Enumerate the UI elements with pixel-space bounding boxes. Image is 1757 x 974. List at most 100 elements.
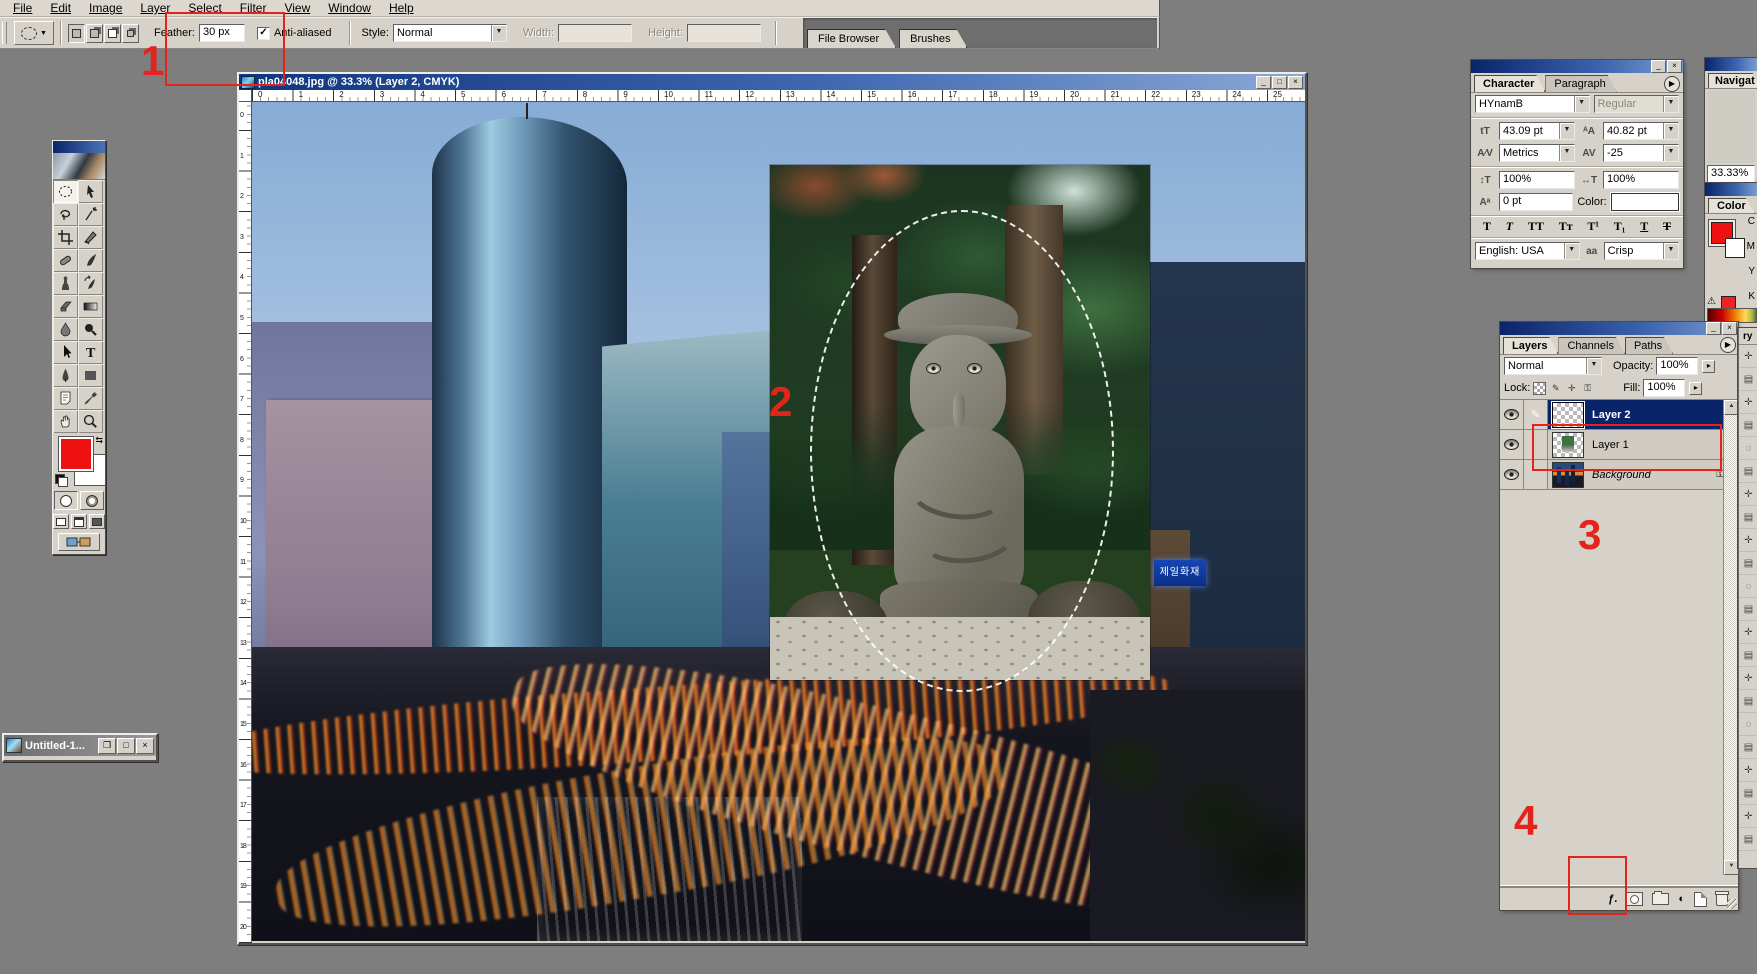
gradient-tool[interactable] [78,295,103,318]
history-state-icon[interactable]: ▤ [1739,690,1757,713]
history-state-icon[interactable]: ▤ [1739,782,1757,805]
leading-select[interactable]: 40.82 pt▼ [1603,122,1679,140]
quick-mask-mode-button[interactable] [80,491,104,510]
new-layer-set-button[interactable] [1652,893,1669,905]
eraser-tool[interactable] [53,295,78,318]
menu-item[interactable]: Edit [41,1,80,15]
tracking-select[interactable]: -25▼ [1603,144,1679,162]
photoshop-banner[interactable] [53,153,105,180]
visibility-toggle[interactable] [1500,430,1524,459]
history-state-icon[interactable]: ▤ [1739,414,1757,437]
default-colors-icon[interactable] [55,474,68,487]
maximize-button[interactable]: □ [117,738,135,754]
opacity-input[interactable]: 100% [1656,357,1698,375]
intersect-selection-button[interactable] [122,24,139,43]
history-state-icon[interactable]: ▤ [1739,552,1757,575]
baseline-shift-input[interactable]: 0 pt [1499,193,1573,211]
history-state-icon[interactable]: ▤ [1739,736,1757,759]
history-state-icon[interactable]: ▤ [1739,368,1757,391]
jump-to-imageready-button[interactable] [58,533,100,551]
history-state-icon[interactable]: ◌ [1739,575,1757,598]
minimize-button[interactable]: _ [1651,60,1666,73]
zoom-tool[interactable] [78,410,103,433]
document-title-bar[interactable]: pla04048.jpg @ 33.3% (Layer 2, CMYK) _ □… [239,74,1305,90]
standard-mode-button[interactable] [54,491,78,510]
font-size-select[interactable]: 43.09 pt▼ [1499,122,1575,140]
color-background-swatch[interactable] [1725,238,1745,258]
history-state-icon[interactable]: ✛ [1739,391,1757,414]
horizontal-ruler[interactable]: 0123456789101112131415161718192021222324… [252,90,1305,102]
scroll-up-button[interactable]: ▲ [1724,400,1739,415]
layer-name[interactable]: Layer 2 [1592,409,1631,421]
menu-item[interactable]: Image [80,1,131,15]
add-layer-mask-button[interactable] [1626,892,1643,906]
faux-style-button[interactable]: T¹ [1583,219,1603,234]
brush-tool[interactable] [78,249,103,272]
close-button[interactable]: × [1667,60,1682,73]
elliptical-marquee-tool[interactable] [53,180,78,203]
palette-well-tab[interactable]: Brushes [899,29,967,48]
history-state-icon[interactable]: ▤ [1739,644,1757,667]
fill-input[interactable]: 100% [1643,379,1685,397]
palette-menu-button[interactable]: ▶ [1664,76,1680,92]
history-state-icon[interactable]: ✛ [1739,529,1757,552]
shape-tool[interactable] [78,364,103,387]
history-state-icon[interactable]: ✛ [1739,483,1757,506]
menu-item[interactable]: File [4,1,41,15]
type-tool[interactable]: T [78,341,103,364]
color-palette-title-bar[interactable] [1705,183,1757,196]
foreground-color-swatch[interactable] [59,437,93,471]
toolbox-title-bar[interactable] [53,141,105,153]
subtract-from-selection-button[interactable] [104,24,121,43]
history-brush-tool[interactable] [78,272,103,295]
slice-tool[interactable] [78,226,103,249]
history-tab-partial-label[interactable]: ry [1739,328,1757,345]
options-bar-grip[interactable] [2,22,7,44]
healing-brush-tool[interactable] [53,249,78,272]
menu-item[interactable]: Window [319,1,380,15]
history-state-icon[interactable]: ◌ [1739,713,1757,736]
horizontal-scale-input[interactable]: 100% [1603,171,1679,189]
color-ramp[interactable] [1707,308,1757,323]
fullscreen-menubar-button[interactable] [71,514,87,529]
faux-style-button[interactable]: T [1636,219,1652,234]
fill-slider-button[interactable]: ▸ [1689,382,1702,395]
swap-colors-icon[interactable]: ⇆ [95,435,103,446]
path-selection-tool[interactable] [53,341,78,364]
maximize-button[interactable]: □ [1272,76,1287,89]
lasso-tool[interactable] [53,203,78,226]
notes-tool[interactable] [53,387,78,410]
history-state-icon[interactable]: ▤ [1739,598,1757,621]
hand-tool[interactable] [53,410,78,433]
crop-tool[interactable] [53,226,78,249]
new-layer-button[interactable] [1694,892,1707,907]
height-input[interactable] [687,24,761,42]
history-state-icon[interactable]: ✛ [1739,621,1757,644]
tab-character[interactable]: Character [1474,75,1545,92]
move-tool[interactable] [78,180,103,203]
new-selection-button[interactable] [68,24,85,43]
faux-style-button[interactable]: Ŧ [1659,219,1675,234]
close-button[interactable]: × [136,738,154,754]
pen-tool[interactable] [53,364,78,387]
vertical-ruler[interactable]: 01234567891011121314151617181920 [239,102,252,943]
faux-style-button[interactable]: Tᴛ [1555,219,1577,234]
ruler-origin-box[interactable] [239,90,252,102]
tab-color[interactable]: Color [1708,198,1755,213]
layers-title-bar[interactable]: _ × [1500,322,1738,335]
lock-transparency-icon[interactable] [1533,382,1546,395]
layers-scrollbar[interactable]: ▲ ▼ [1723,400,1738,875]
visibility-toggle[interactable] [1500,400,1524,429]
lock-pixels-icon[interactable]: ✎ [1549,382,1562,395]
font-style-select[interactable]: Regular▼ [1594,95,1679,113]
faux-style-button[interactable]: T [1502,219,1517,234]
width-input[interactable] [558,24,632,42]
navigator-zoom-input[interactable]: 33.33% [1707,165,1755,183]
history-state-icon[interactable]: ▤ [1739,460,1757,483]
tab-channels[interactable]: Channels [1558,337,1624,354]
font-family-select[interactable]: HYnamB▼ [1475,95,1590,113]
add-to-selection-button[interactable] [86,24,103,43]
palette-well-tab[interactable]: File Browser [807,29,896,48]
history-state-icon[interactable]: ✛ [1739,345,1757,368]
faux-style-button[interactable]: T₁ [1610,219,1630,234]
